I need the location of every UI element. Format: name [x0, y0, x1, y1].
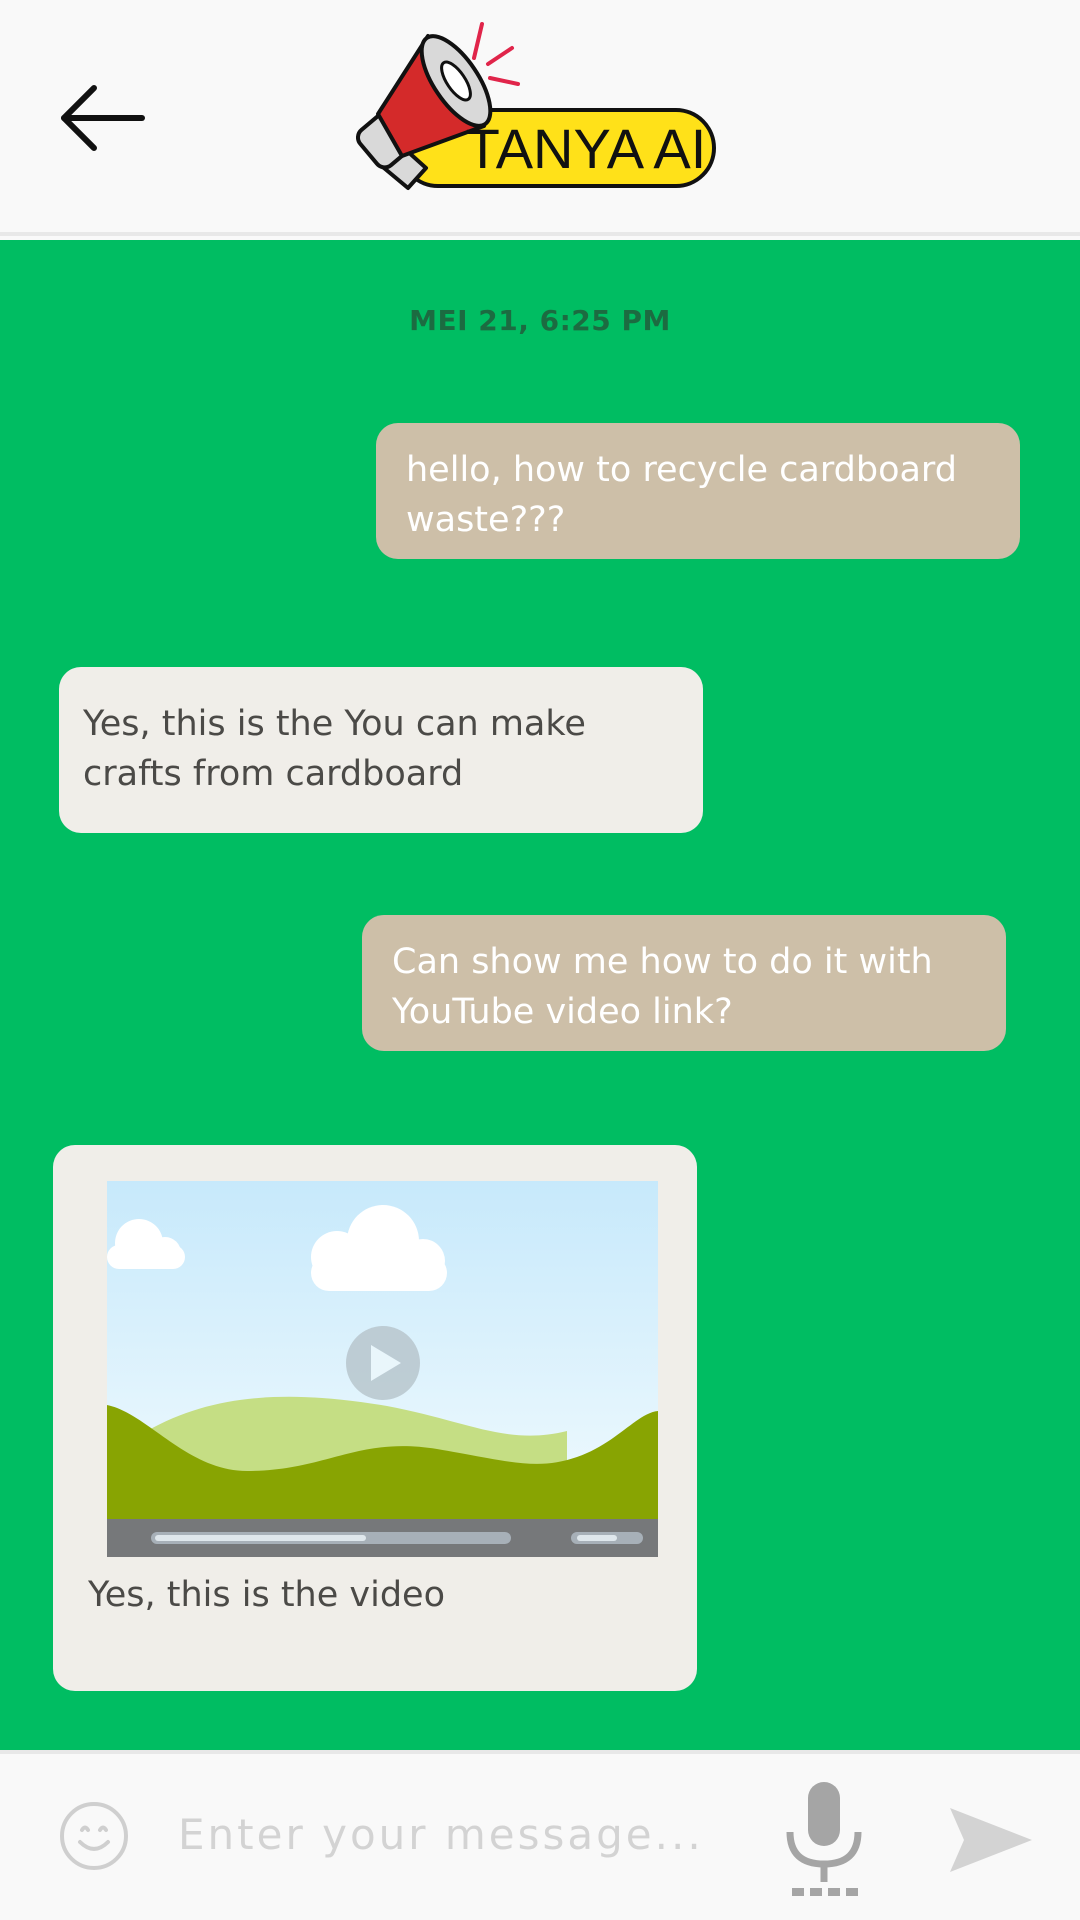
user-message: hello, how to recycle cardboard waste??? — [376, 423, 1020, 559]
microphone-button[interactable] — [784, 1782, 864, 1898]
message-input-bar — [0, 1750, 1080, 1920]
emoji-button[interactable] — [58, 1800, 130, 1872]
bot-video-message: Yes, this is the video — [53, 1145, 697, 1691]
chat-area[interactable]: MEI 21, 6:25 PM hello, how to recycle ca… — [0, 240, 1080, 1750]
send-button[interactable] — [950, 1808, 1032, 1872]
smiley-icon — [60, 1802, 128, 1870]
microphone-icon — [786, 1782, 862, 1896]
chat-timestamp: MEI 21, 6:25 PM — [409, 304, 671, 337]
video-progress-fill — [155, 1535, 366, 1541]
play-icon[interactable] — [346, 1326, 420, 1400]
back-button[interactable] — [58, 80, 148, 156]
video-caption: Yes, this is the video — [88, 1575, 445, 1615]
arrow-left-icon — [61, 85, 145, 151]
logo-text: TANYA AI — [466, 117, 707, 180]
user-message: Can show me how to do it with YouTube vi… — [362, 915, 1006, 1051]
video-player[interactable] — [107, 1181, 658, 1557]
message-input[interactable] — [178, 1792, 698, 1876]
tanya-ai-logo: TANYA AI — [355, 18, 722, 198]
send-icon — [950, 1808, 1032, 1872]
bot-message: Yes, this is the You can make crafts fro… — [59, 667, 703, 833]
video-volume-fill — [577, 1535, 617, 1541]
app-header: TANYA AI — [0, 0, 1080, 236]
